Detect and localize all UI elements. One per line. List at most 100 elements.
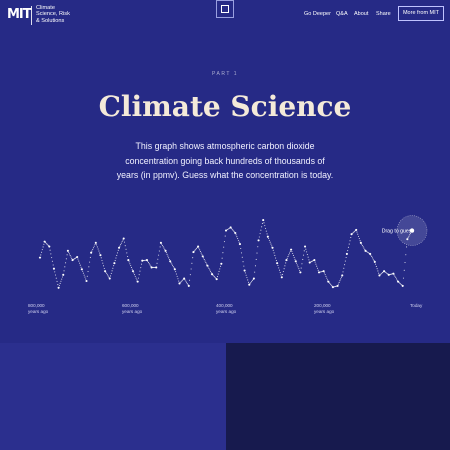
co2-trace-dot bbox=[159, 246, 161, 248]
co2-trace-dot bbox=[261, 226, 263, 228]
co2-trace-dot bbox=[147, 261, 150, 264]
co2-chart[interactable]: Drag to guess bbox=[0, 205, 450, 305]
co2-trace-dot bbox=[42, 246, 44, 248]
co2-trace-dot bbox=[241, 256, 243, 258]
site-title[interactable]: Climate Science, Risk & Solutions bbox=[36, 5, 96, 24]
co2-trace-dot bbox=[223, 241, 225, 243]
co2-trace-dot bbox=[172, 266, 174, 268]
co2-data-point bbox=[108, 277, 111, 280]
co2-trace-dot bbox=[198, 247, 200, 249]
co2-trace-dot bbox=[131, 268, 133, 270]
co2-trace-dot bbox=[287, 256, 289, 258]
co2-trace-dot bbox=[196, 247, 198, 249]
co2-trace-dot bbox=[65, 262, 67, 264]
badge-square-icon bbox=[221, 5, 229, 13]
co2-trace-dot bbox=[314, 261, 316, 263]
co2-data-point bbox=[118, 246, 121, 249]
axis-label-unit: years ago bbox=[314, 309, 335, 314]
co2-trace-dot bbox=[275, 260, 277, 262]
mit-logo[interactable]: MIT bbox=[7, 8, 32, 21]
co2-data-point bbox=[85, 279, 88, 283]
co2-trace-dot bbox=[180, 281, 182, 283]
axis-label-today: Today bbox=[410, 303, 422, 309]
co2-trace-dot bbox=[94, 243, 96, 246]
co2-trace-dot bbox=[210, 272, 212, 274]
co2-trace-dot bbox=[119, 245, 121, 247]
bottom-panel-left bbox=[0, 343, 226, 450]
co2-data-point bbox=[155, 266, 158, 269]
co2-trace-dot bbox=[237, 239, 239, 241]
co2-trace-dot bbox=[181, 280, 183, 282]
co2-trace-dot bbox=[375, 263, 377, 265]
co2-trace-dot bbox=[85, 278, 87, 280]
co2-data-point bbox=[243, 269, 246, 272]
co2-trace-dot bbox=[139, 270, 141, 272]
co2-trace-dot bbox=[249, 283, 251, 285]
center-badge[interactable] bbox=[216, 0, 234, 18]
co2-trace-dot bbox=[298, 268, 300, 270]
co2-trace-dot bbox=[349, 240, 351, 242]
co2-trace-dot bbox=[116, 252, 119, 254]
co2-trace-dot bbox=[324, 274, 326, 276]
co2-data-point bbox=[94, 241, 97, 244]
co2-trace-dot bbox=[140, 263, 143, 265]
co2-trace-dot bbox=[329, 282, 331, 285]
nav-qa[interactable]: Q&A bbox=[336, 11, 348, 17]
co2-trace-dot bbox=[133, 272, 135, 274]
co2-trace-dot bbox=[206, 263, 208, 265]
co2-trace-dot bbox=[316, 265, 318, 267]
co2-trace-dot bbox=[342, 271, 344, 273]
nav-share[interactable]: Share bbox=[376, 11, 391, 17]
co2-trace-dot bbox=[395, 277, 397, 279]
co2-trace-dot bbox=[84, 276, 86, 278]
co2-trace-dot bbox=[359, 240, 361, 242]
co2-trace-dot bbox=[292, 254, 294, 257]
co2-trace-dot bbox=[357, 233, 359, 235]
co2-trace-dot bbox=[45, 242, 47, 244]
co2-trace-dot bbox=[339, 280, 341, 282]
co2-data-point bbox=[131, 270, 135, 273]
co2-trace-dot bbox=[100, 257, 102, 259]
co2-data-point bbox=[373, 260, 376, 263]
co2-trace-dot bbox=[177, 278, 179, 280]
co2-trace-dot bbox=[278, 269, 281, 271]
intro-text: This graph shows atmospheric carbon diox… bbox=[112, 139, 338, 183]
co2-trace-dot bbox=[344, 264, 346, 266]
co2-trace-dot bbox=[289, 252, 291, 254]
co2-trace-dot bbox=[135, 277, 137, 279]
co2-trace-dot bbox=[254, 271, 256, 273]
co2-trace-dot bbox=[237, 237, 239, 240]
site-header: MIT Climate Science, Risk & Solutions Go… bbox=[0, 0, 450, 30]
co2-trace-dot bbox=[231, 228, 233, 230]
co2-trace-dot bbox=[120, 244, 122, 246]
axis-label-400k: 400,000 years ago bbox=[216, 303, 236, 315]
co2-trace-dot bbox=[54, 271, 56, 273]
co2-trace-dot bbox=[163, 247, 165, 249]
co2-trace-dot bbox=[240, 247, 242, 250]
co2-trace-dot bbox=[96, 246, 98, 248]
axis-label-600k: 600,000 years ago bbox=[122, 303, 142, 315]
co2-trace-dot bbox=[219, 268, 221, 270]
co2-trace-dot bbox=[302, 258, 304, 261]
co2-trace-dot bbox=[130, 266, 132, 269]
co2-trace-dot bbox=[171, 263, 173, 265]
co2-trace-dot bbox=[89, 261, 91, 263]
co2-trace-dot bbox=[199, 250, 201, 253]
co2-data-point bbox=[276, 262, 279, 265]
co2-trace-dot bbox=[240, 252, 243, 254]
co2-trace-dot bbox=[358, 237, 360, 240]
co2-trace-dot bbox=[344, 260, 346, 262]
co2-trace-dot bbox=[272, 249, 274, 251]
co2-data-point bbox=[299, 271, 302, 274]
nav-about[interactable]: About bbox=[354, 11, 368, 17]
co2-trace-dot bbox=[40, 254, 42, 256]
more-from-mit-button[interactable]: More from MIT bbox=[398, 6, 444, 21]
co2-trace-dot bbox=[326, 277, 328, 279]
co2-trace-dot bbox=[107, 275, 109, 277]
bottom-panel-right bbox=[226, 343, 450, 450]
co2-trace-dot bbox=[189, 279, 191, 281]
co2-trace-dot bbox=[218, 270, 220, 273]
logo-divider bbox=[31, 6, 32, 25]
axis-label-200k: 200,000 years ago bbox=[314, 303, 334, 315]
nav-go-deeper[interactable]: Go Deeper bbox=[304, 11, 331, 17]
